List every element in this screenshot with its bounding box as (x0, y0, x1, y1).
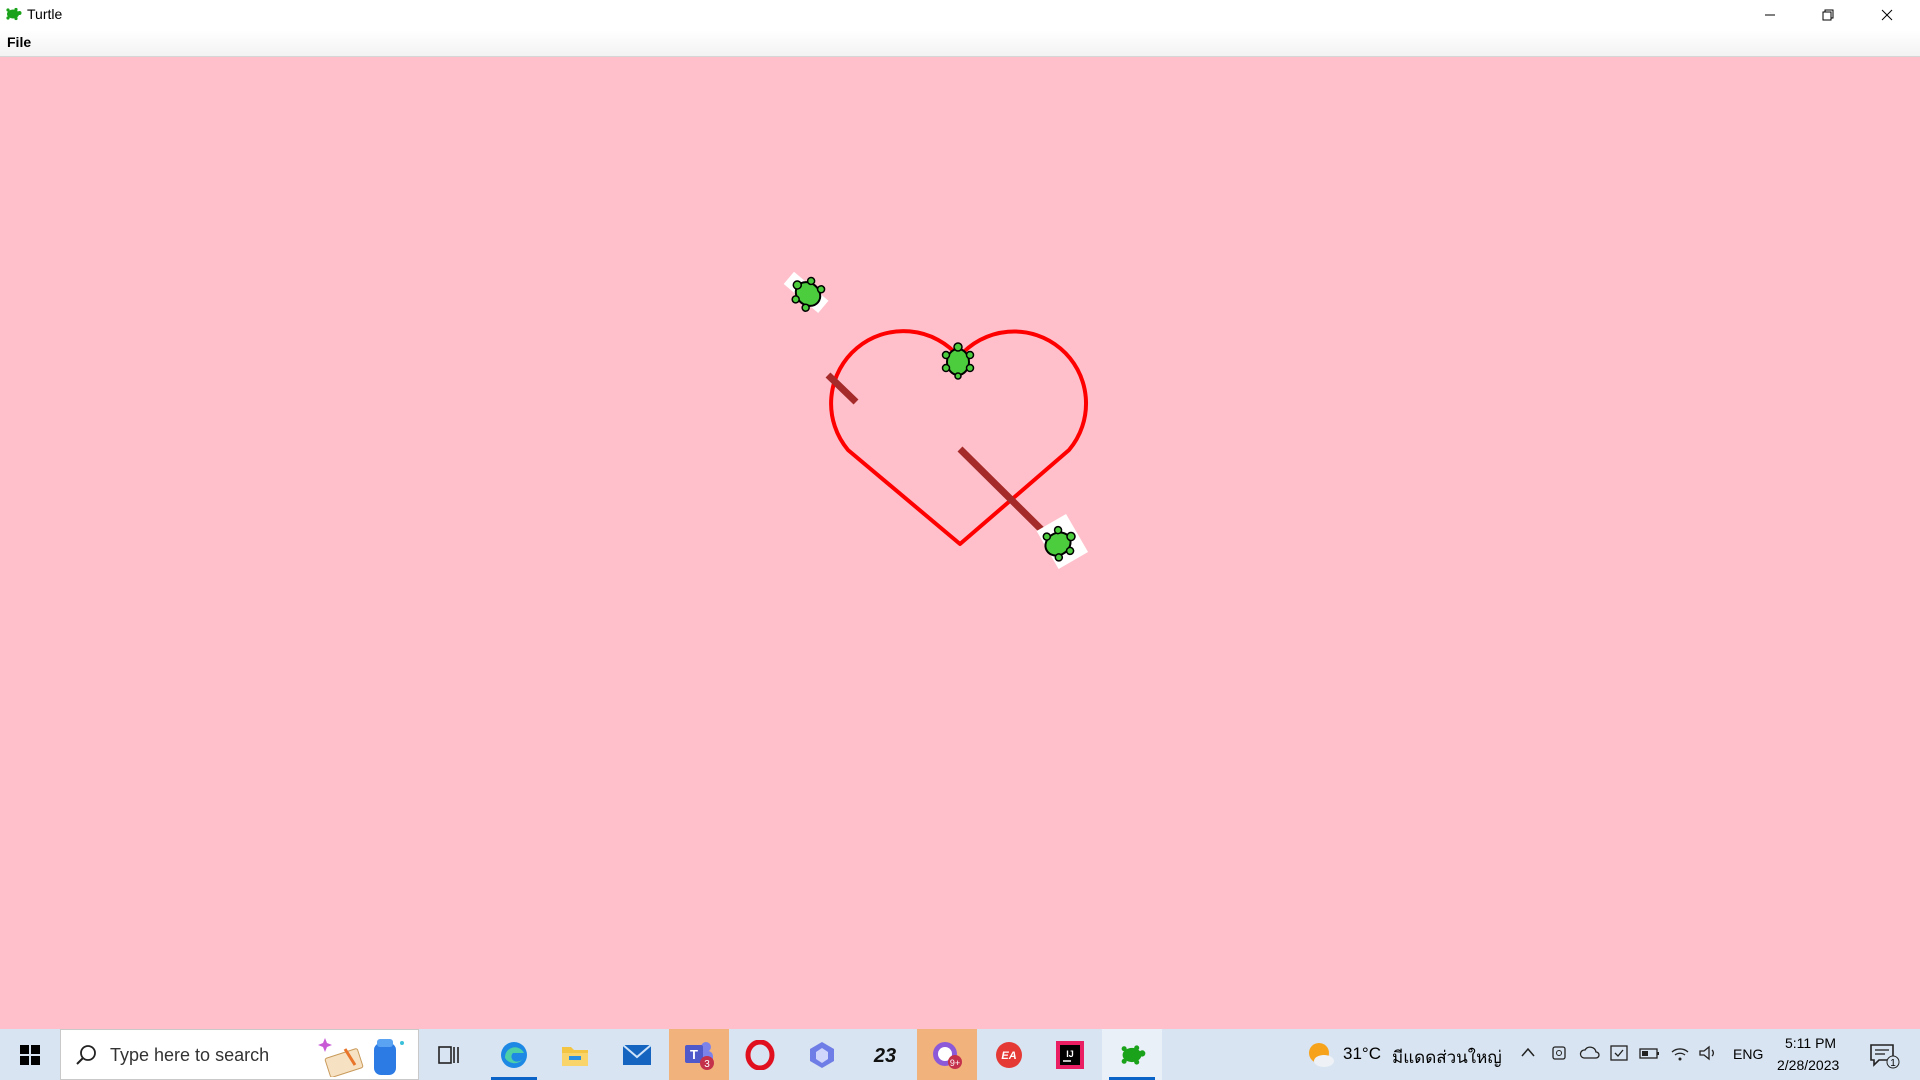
drawing (783, 271, 1089, 570)
app-23[interactable]: 23 (855, 1029, 915, 1080)
restore-icon (1822, 9, 1834, 21)
minimize-button[interactable] (1741, 0, 1799, 30)
onedrive-cloud-icon[interactable] (1579, 1044, 1601, 1062)
svg-text:T: T (690, 1047, 698, 1062)
window-title: Turtle (27, 6, 63, 22)
title-bar: Turtle (0, 0, 1920, 30)
close-icon (1881, 9, 1893, 21)
restore-button[interactable] (1799, 0, 1857, 30)
folder-icon (562, 1046, 588, 1066)
turtle-app[interactable] (1102, 1029, 1162, 1080)
ea-app[interactable]: EA (979, 1029, 1039, 1080)
wifi-icon[interactable] (1670, 1044, 1690, 1062)
taskbar-search[interactable]: Type here to search (60, 1029, 419, 1080)
turtle-app-icon (6, 7, 22, 21)
menu-file[interactable]: File (7, 34, 31, 50)
start-button[interactable] (0, 1029, 60, 1080)
windows-logo-icon (20, 1044, 40, 1065)
mail-icon (622, 1043, 652, 1065)
intellij-app[interactable]: IJ (1040, 1029, 1100, 1080)
svg-text:23: 23 (873, 1045, 896, 1067)
battery-icon[interactable] (1639, 1044, 1661, 1062)
notification-icon[interactable]: 1 (1869, 1043, 1901, 1069)
svg-text:IJ: IJ (1066, 1049, 1074, 1059)
weather-temperature[interactable]: 31°C (1343, 1044, 1381, 1064)
arrow-head-turtle (1036, 513, 1089, 570)
volume-icon[interactable] (1698, 1044, 1718, 1062)
clock-date[interactable]: 2/28/2023 (1777, 1057, 1839, 1073)
search-placeholder: Type here to search (110, 1045, 270, 1065)
messenger-badge: 9+ (950, 1058, 960, 1068)
file-explorer-app[interactable] (545, 1029, 605, 1080)
intellij-icon: IJ (1056, 1040, 1084, 1069)
calendar-23-icon: 23 (873, 1045, 896, 1067)
turtle-canvas[interactable] (0, 57, 1920, 1029)
teams-badge: 3 (704, 1059, 710, 1070)
edge-app[interactable] (484, 1029, 544, 1080)
messenger-app[interactable]: 9+ (917, 1029, 977, 1080)
svg-text:EA: EA (1001, 1050, 1016, 1062)
task-view-button[interactable] (419, 1029, 479, 1080)
arrow-tail-turtle (783, 271, 829, 313)
copilot-app[interactable] (792, 1029, 852, 1080)
opera-app[interactable] (730, 1029, 790, 1080)
mail-app[interactable] (607, 1029, 667, 1080)
ea-icon: EA (996, 1041, 1022, 1068)
search-icon (76, 1045, 96, 1065)
task-view-icon (438, 1045, 459, 1064)
edge-icon (501, 1041, 527, 1068)
messenger-icon: 9+ (933, 1041, 962, 1069)
opera-icon (745, 1039, 775, 1070)
turtle-icon (1121, 1044, 1146, 1065)
minimize-icon (1765, 14, 1775, 16)
menu-bar: File (0, 30, 1920, 57)
clock-time[interactable]: 5:11 PM (1785, 1035, 1836, 1051)
weather-sun-icon[interactable] (1305, 1041, 1335, 1069)
taskbar: Type here to search T 3 23 9+ EA IJ 31°C… (0, 1029, 1920, 1080)
security-icon[interactable] (1609, 1044, 1629, 1062)
notification-count: 1 (1890, 1058, 1896, 1069)
teams-app[interactable]: T 3 (669, 1029, 729, 1080)
camera-icon[interactable] (1551, 1044, 1567, 1062)
copilot-icon (810, 1041, 834, 1068)
chevron-up-icon[interactable] (1520, 1044, 1536, 1062)
close-button[interactable] (1858, 0, 1916, 30)
input-language[interactable]: ENG (1733, 1046, 1763, 1062)
search-highlight-illustration (318, 1038, 404, 1077)
teams-icon: T 3 (685, 1041, 714, 1070)
weather-description[interactable]: มีแดดส่วนใหญ่ (1392, 1044, 1502, 1071)
